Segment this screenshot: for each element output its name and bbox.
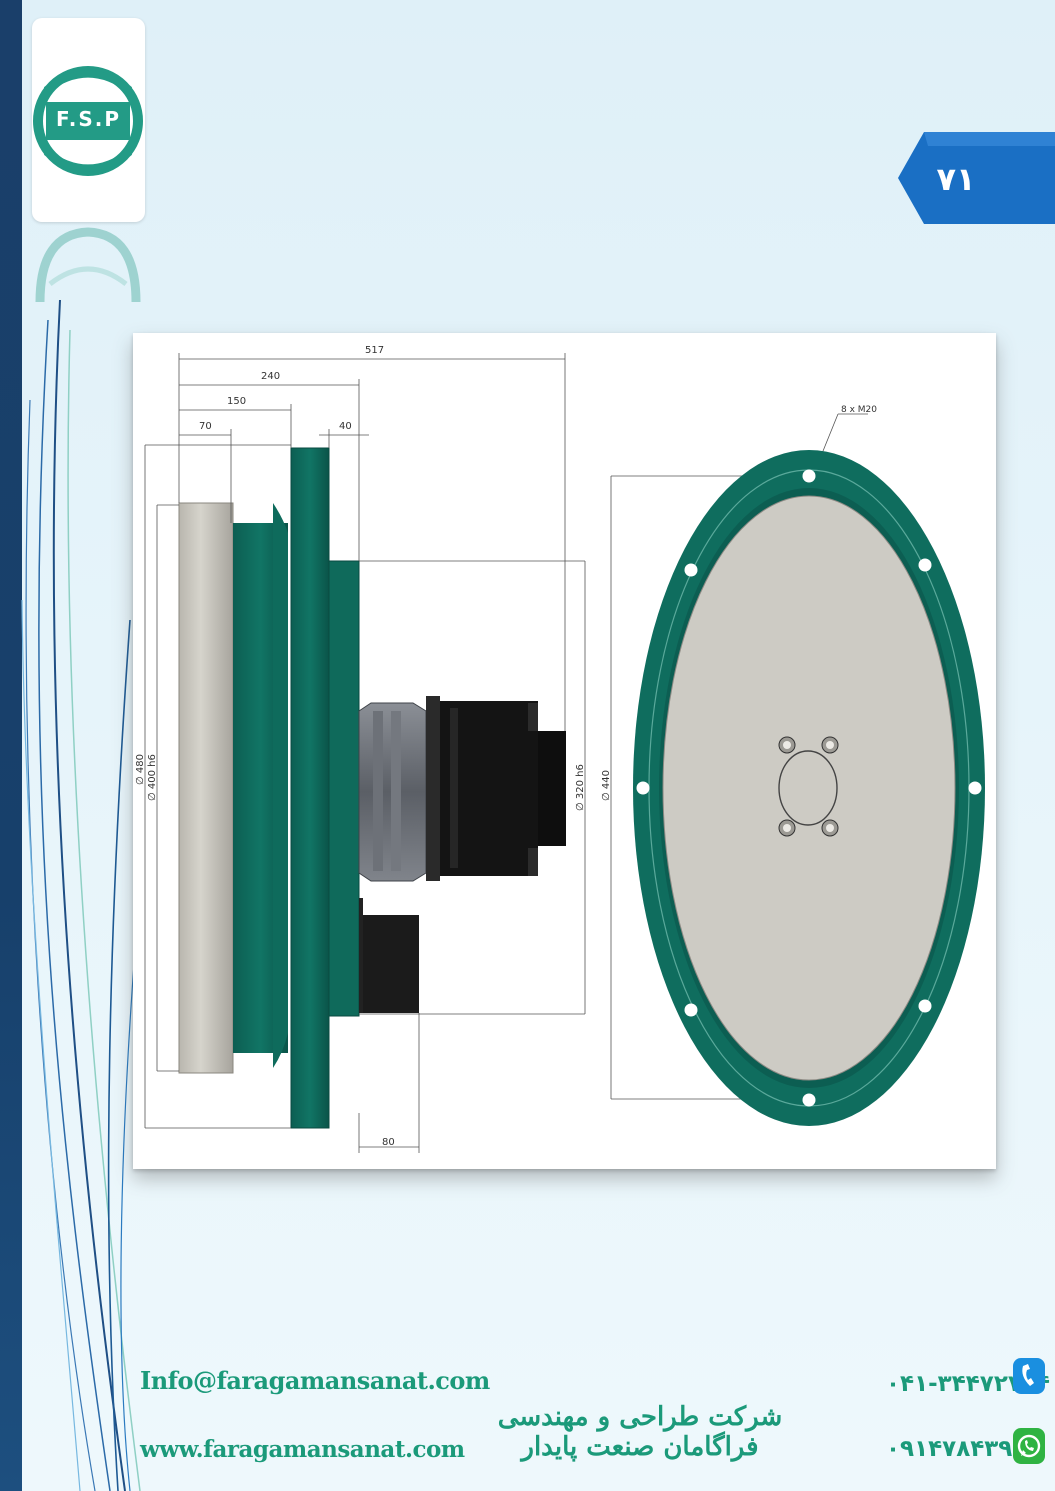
dim-d440: ∅ 440	[601, 770, 612, 801]
footer-phone: ۰۴۱-۳۴۴۷۲۷۴۴	[886, 1371, 1050, 1397]
footer-website[interactable]: www.faragamansanat.com	[140, 1436, 465, 1463]
whatsapp-icon	[1013, 1428, 1045, 1464]
company-name: شرکت طراحی و مهندسی فراگامان صنعت پایدار	[497, 1402, 783, 1462]
dim-d320: ∅ 320 h6	[575, 764, 586, 811]
dim-d480: ∅ 480	[135, 754, 146, 785]
phone-icon	[1013, 1358, 1045, 1394]
company-logo: F.S.P	[32, 18, 145, 222]
technical-drawing: 517 240 150 70 40 80 ∅ 480 ∅ 400 h6 ∅ 32…	[133, 333, 996, 1169]
dim-517: 517	[365, 345, 384, 356]
logo-text: F.S.P	[56, 107, 121, 131]
dim-150: 150	[227, 396, 246, 407]
footer-mobile: ۰۹۱۴۷۸۴۳۹۱۹	[886, 1436, 1041, 1462]
dim-80: 80	[382, 1137, 395, 1148]
dim-d400: ∅ 400 h6	[147, 754, 158, 801]
footer-email[interactable]: Info@faragamansanat.com	[140, 1366, 490, 1395]
dim-40: 40	[339, 421, 352, 432]
front-view	[633, 450, 985, 1126]
dim-70: 70	[199, 421, 212, 432]
page-number: ۷۱	[936, 160, 976, 198]
page-number-tab	[898, 132, 1055, 224]
dim-240: 240	[261, 371, 280, 382]
logo-reflection	[35, 227, 141, 303]
side-view	[178, 447, 566, 1129]
bolt-note: 8 x M20	[841, 405, 877, 415]
